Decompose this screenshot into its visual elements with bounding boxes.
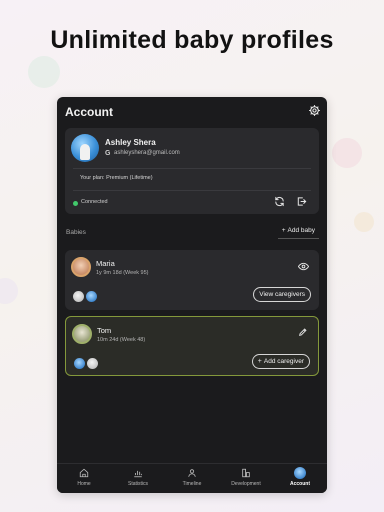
nav-item-timeline[interactable]: Timeline — [165, 464, 219, 493]
background-decoration — [0, 278, 18, 304]
baby-avatar — [71, 257, 91, 277]
nav-item-statistics[interactable]: Statistics — [111, 464, 165, 493]
nav-item-home[interactable]: Home — [57, 464, 111, 493]
gear-icon[interactable] — [308, 104, 321, 117]
background-decoration — [354, 212, 374, 232]
user-email: ashleyshera@gmail.com — [114, 150, 180, 156]
plan-label: Your plan: Premium (Lifetime) — [80, 175, 153, 181]
home-icon — [79, 468, 89, 478]
caregiver-avatar — [86, 291, 97, 302]
nav-label: Development — [231, 481, 261, 487]
background-decoration — [332, 138, 362, 168]
baby-age: 1y 9m 18d (Week 95) — [96, 270, 149, 276]
caregiver-avatar — [87, 358, 98, 369]
add-baby-label: Add baby — [287, 227, 315, 234]
baby-card-maria[interactable]: Maria 1y 9m 18d (Week 95) View caregiver… — [65, 250, 319, 310]
google-icon: G — [105, 150, 111, 157]
sync-icon[interactable] — [274, 196, 285, 207]
page-title: Account — [65, 105, 113, 119]
nav-label: Account — [290, 481, 310, 487]
timeline-icon — [188, 469, 196, 477]
add-caregiver-label: Add caregiver — [263, 358, 304, 365]
status-dot — [73, 201, 78, 206]
nav-item-development[interactable]: Development — [219, 464, 273, 493]
view-caregivers-label: View caregivers — [259, 291, 305, 298]
baby-avatar — [72, 324, 92, 344]
nav-label: Timeline — [182, 481, 202, 487]
nav-label: Home — [77, 481, 91, 487]
plus-icon: + — [257, 358, 262, 365]
baby-card-tom[interactable]: Tom 10m 24d (Week 48) + Add caregiver — [65, 316, 319, 376]
development-icon — [242, 468, 250, 478]
divider — [73, 168, 311, 169]
baby-age: 10m 24d (Week 48) — [97, 337, 146, 343]
pencil-icon[interactable] — [298, 327, 308, 337]
statistics-icon — [134, 470, 142, 478]
logout-icon[interactable] — [296, 196, 307, 207]
add-baby-button[interactable]: + Add baby — [277, 227, 319, 239]
plus-icon: + — [281, 227, 286, 234]
nav-label: Statistics — [127, 481, 148, 487]
bottom-navigation: Home Statistics Timeline Development Acc… — [57, 463, 327, 493]
add-caregiver-button[interactable]: + Add caregiver — [251, 354, 310, 369]
eye-icon[interactable] — [298, 262, 309, 271]
avatar — [71, 134, 99, 162]
background-decoration — [28, 56, 60, 88]
baby-name: Tom — [97, 326, 112, 335]
babies-section-label: Babies — [66, 229, 86, 236]
view-caregivers-button[interactable]: View caregivers — [253, 287, 311, 302]
divider — [73, 190, 311, 191]
account-card: Ashley Shera G ashleyshera@gmail.com You… — [65, 128, 319, 214]
app-screen: Account Ashley Shera G ashleyshera@gmail… — [57, 97, 327, 493]
user-name: Ashley Shera — [105, 138, 156, 147]
status-text: Connected — [81, 199, 108, 205]
avatar — [294, 467, 306, 479]
caregiver-avatar — [73, 291, 84, 302]
promo-headline: Unlimited baby profiles — [50, 26, 334, 54]
nav-item-account[interactable]: Account — [273, 464, 327, 493]
top-bar: Account — [57, 97, 327, 125]
caregiver-avatar — [74, 358, 85, 369]
baby-name: Maria — [96, 259, 115, 268]
